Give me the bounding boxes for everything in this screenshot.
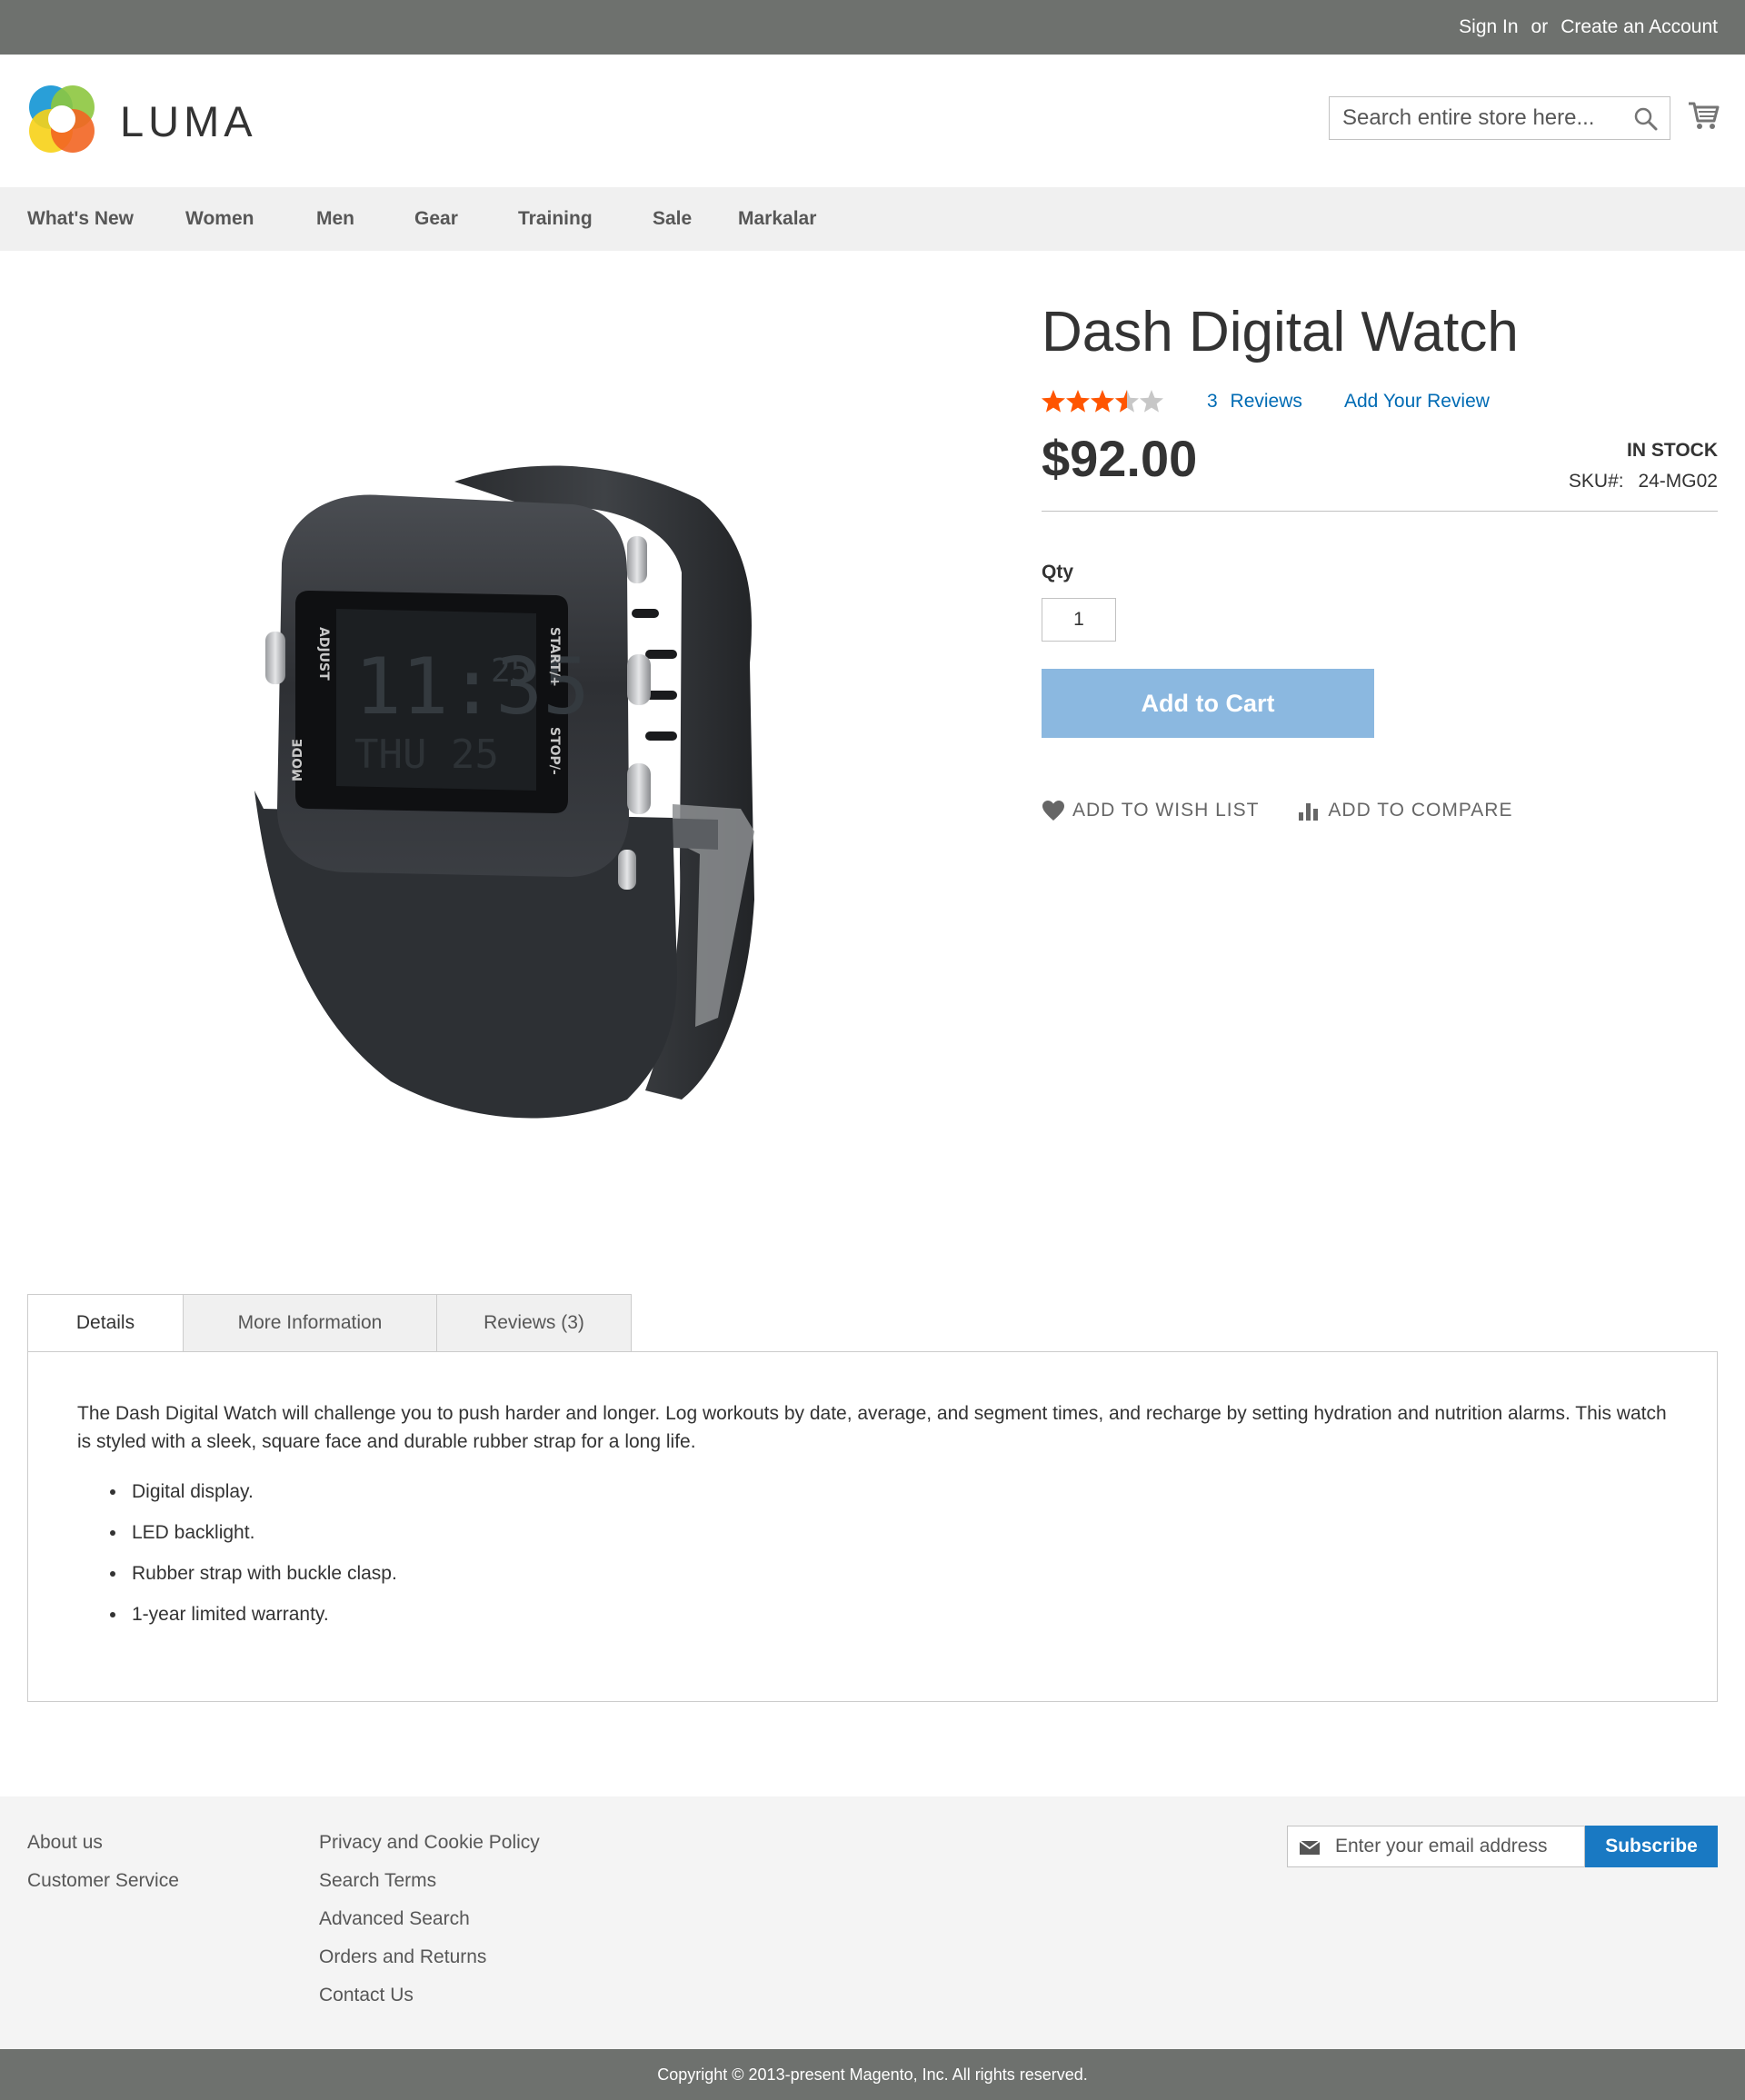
add-to-wishlist-link[interactable]: Add to Wish List xyxy=(1042,800,1259,821)
search-box xyxy=(1329,96,1670,140)
nav-item-women[interactable]: Women xyxy=(185,187,254,251)
feature-item: LED backlight. xyxy=(110,1518,397,1547)
main-nav: What's New Women Men Gear Training Sale … xyxy=(0,187,1745,251)
stock-status: In stock xyxy=(1627,440,1718,461)
footer: About us Customer Service Privacy and Co… xyxy=(0,1796,1745,2049)
logo-text: LUMA xyxy=(120,96,257,145)
watch-label-stop: STOP/- xyxy=(547,727,562,775)
reviews-link-wrap: 3 Reviews xyxy=(1207,391,1302,413)
newsletter-email-input[interactable] xyxy=(1288,1826,1584,1866)
reviews-label-link[interactable]: Reviews xyxy=(1231,391,1302,412)
add-review-wrap: Add Your Review xyxy=(1344,391,1490,413)
watch-label-start: START/+ xyxy=(547,627,562,687)
add-to-compare-link[interactable]: Add to Compare xyxy=(1297,800,1512,821)
product-rating xyxy=(1042,389,1165,414)
footer-link-search-terms[interactable]: Search Terms xyxy=(319,1862,540,1900)
qty-label: Qty xyxy=(1042,562,1074,582)
watch-label-mode: MODE xyxy=(291,739,305,781)
sign-in-link[interactable]: Sign In xyxy=(1459,16,1518,38)
product-social-links: Add to Wish List Add to Compare xyxy=(1042,800,1512,821)
sku-value: 24-MG02 xyxy=(1638,471,1718,492)
footer-link-about[interactable]: About us xyxy=(27,1824,179,1862)
watch-display-day: THU 25 xyxy=(354,732,499,778)
newsletter-field xyxy=(1287,1826,1585,1867)
product-title: Dash Digital Watch xyxy=(1042,301,1519,363)
footer-link-customer-service[interactable]: Customer Service xyxy=(27,1862,179,1900)
nav-item-markalar[interactable]: Markalar xyxy=(738,187,816,251)
product-image[interactable]: 11:35 25 THU 25 ADJUST MODE START/+ STOP… xyxy=(245,427,791,1136)
newsletter-form: Subscribe xyxy=(1287,1826,1718,1867)
heart-icon xyxy=(1042,801,1064,821)
footer-link-orders-returns[interactable]: Orders and Returns xyxy=(319,1938,540,1976)
rating-stars-icon xyxy=(1042,390,1163,413)
or-text: or xyxy=(1531,16,1549,37)
footer-links-col1: About us Customer Service xyxy=(27,1824,179,1900)
search-input[interactable] xyxy=(1330,97,1670,139)
product-sku: SKU#: 24-MG02 xyxy=(1569,471,1718,493)
product-description: The Dash Digital Watch will challenge yo… xyxy=(77,1403,1667,1452)
tab-more-information[interactable]: More Information xyxy=(184,1294,437,1352)
subscribe-button[interactable]: Subscribe xyxy=(1585,1826,1718,1867)
product-tabs: Details More Information Reviews (3) xyxy=(27,1294,632,1352)
sku-label: SKU#: xyxy=(1568,471,1624,492)
tab-details-content: The Dash Digital Watch will challenge yo… xyxy=(27,1351,1718,1702)
tab-details[interactable]: Details xyxy=(27,1294,184,1352)
top-panel: Sign In or Create an Account xyxy=(0,0,1745,55)
footer-link-advanced-search[interactable]: Advanced Search xyxy=(319,1900,540,1938)
cart-icon[interactable] xyxy=(1687,99,1720,132)
tab-reviews[interactable]: Reviews (3) xyxy=(437,1294,632,1352)
feature-list: Digital display. LED backlight. Rubber s… xyxy=(110,1478,397,1641)
watch-label-adjust: ADJUST xyxy=(316,627,331,681)
footer-link-privacy[interactable]: Privacy and Cookie Policy xyxy=(319,1824,540,1862)
feature-item: Digital display. xyxy=(110,1478,397,1506)
feature-item: 1-year limited warranty. xyxy=(110,1600,397,1628)
footer-link-contact[interactable]: Contact Us xyxy=(319,1976,540,2015)
reviews-count-link[interactable]: 3 xyxy=(1207,391,1218,412)
add-to-cart-button[interactable]: Add to Cart xyxy=(1042,669,1374,738)
create-account-link[interactable]: Create an Account xyxy=(1561,16,1718,38)
compare-icon xyxy=(1299,803,1319,821)
wishlist-label: Add to Wish List xyxy=(1072,800,1260,821)
product-price: $92.00 xyxy=(1042,430,1198,487)
nav-item-training[interactable]: Training xyxy=(518,187,593,251)
nav-item-sale[interactable]: Sale xyxy=(653,187,692,251)
luma-logo-icon xyxy=(29,85,95,153)
watch-image: 11:35 25 THU 25 ADJUST MODE START/+ STOP… xyxy=(254,465,754,1119)
header: LUMA xyxy=(0,55,1745,187)
logo[interactable]: LUMA xyxy=(27,84,257,154)
watch-display-seconds: 25 xyxy=(491,652,530,690)
copyright: Copyright © 2013-present Magento, Inc. A… xyxy=(0,2049,1745,2100)
compare-label: Add to Compare xyxy=(1328,800,1513,821)
feature-item: Rubber strap with buckle clasp. xyxy=(110,1559,397,1587)
footer-links-col2: Privacy and Cookie Policy Search Terms A… xyxy=(319,1824,540,2015)
nav-item-men[interactable]: Men xyxy=(316,187,354,251)
nav-item-whats-new[interactable]: What's New xyxy=(27,187,134,251)
search-icon[interactable] xyxy=(1633,106,1659,132)
header-links: Sign In or Create an Account xyxy=(1459,0,1718,55)
add-review-link[interactable]: Add Your Review xyxy=(1344,391,1490,412)
envelope-icon xyxy=(1299,1840,1321,1855)
nav-item-gear[interactable]: Gear xyxy=(414,187,458,251)
qty-input[interactable] xyxy=(1042,598,1116,642)
price-divider xyxy=(1042,511,1718,512)
